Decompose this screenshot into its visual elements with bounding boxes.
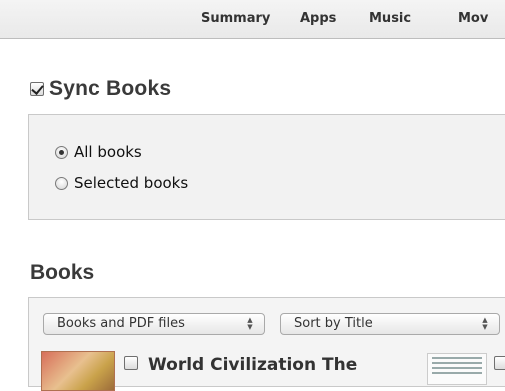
books-heading: Books (30, 261, 95, 284)
books-panel: Books and PDF files ▲ ▼ Sort by Title ▲ ▼ … (28, 297, 505, 391)
radio-selected-books-button[interactable] (55, 176, 68, 190)
book-checkbox-2[interactable] (494, 356, 505, 370)
tab-bar: Summary Apps Music Mov (0, 0, 505, 39)
book-cover-thumbnail-2 (427, 353, 487, 385)
tab-apps[interactable]: Apps (300, 11, 336, 26)
sync-books-checkbox[interactable] (30, 82, 44, 96)
book-title: World Civilization The (148, 355, 358, 375)
tab-summary[interactable]: Summary (201, 11, 270, 26)
sort-select-value: Sort by Title (294, 316, 373, 331)
tab-movies[interactable]: Mov (458, 11, 488, 26)
radio-all-books-button[interactable] (55, 145, 68, 159)
radio-selected-books-label[interactable]: Selected books (74, 174, 188, 192)
radio-all-books[interactable]: All books (55, 143, 142, 161)
book-cover-thumbnail (41, 351, 115, 391)
tab-music[interactable]: Music (369, 11, 411, 26)
sync-books-header: Sync Books (30, 77, 171, 101)
book-checkbox[interactable] (124, 356, 138, 370)
radio-selected-books[interactable]: Selected books (55, 174, 188, 192)
updown-arrows-icon: ▲ ▼ (247, 316, 253, 331)
radio-all-books-label[interactable]: All books (74, 143, 142, 161)
updown-arrows-icon: ▲ ▼ (482, 316, 488, 331)
sync-books-label[interactable]: Sync Books (49, 77, 171, 101)
filter-select[interactable]: Books and PDF files ▲ ▼ (43, 313, 265, 335)
filter-select-value: Books and PDF files (57, 316, 185, 331)
sort-select[interactable]: Sort by Title ▲ ▼ (280, 313, 500, 335)
sync-options-box: All books Selected books (28, 114, 505, 220)
